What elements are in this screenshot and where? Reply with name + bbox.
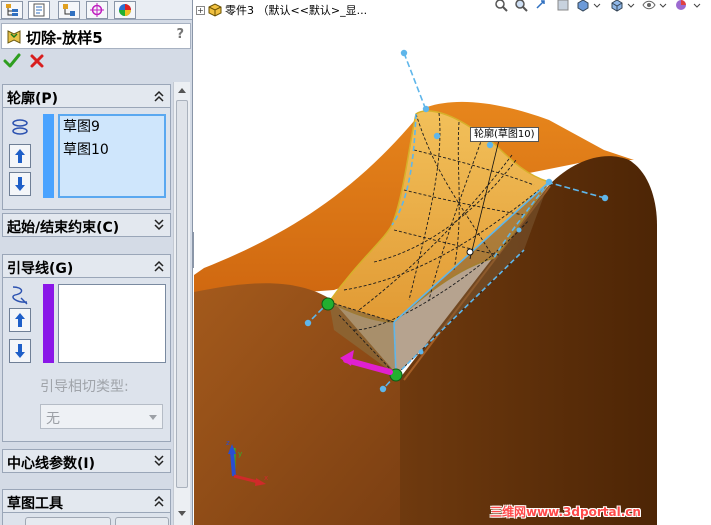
profile-list-item[interactable]: 草图9 [60, 116, 164, 139]
property-manager-scrollbar[interactable] [173, 82, 190, 525]
part-icon [208, 3, 222, 17]
guide-tangency-type-select[interactable]: 无 [40, 404, 163, 429]
feature-header: 切除-放样5 ? [1, 23, 191, 49]
centerline-parameters-header[interactable]: 中心线参数(I) [2, 449, 171, 473]
move-down-arrow-icon [15, 177, 25, 191]
profile-list-item[interactable]: 草图10 [60, 139, 164, 162]
triad-x-label: x [264, 474, 268, 482]
move-up-arrow-icon [15, 313, 25, 327]
guide-curves-group-header[interactable]: 引导线(G) [2, 254, 171, 278]
chevron-down-icon[interactable] [656, 0, 670, 12]
scroll-down-arrow-icon [178, 511, 186, 516]
guide-tangency-type-value: 无 [46, 411, 60, 427]
manager-tabs [0, 0, 192, 20]
profile-move-up-button[interactable] [9, 144, 31, 168]
property-manager: 切除-放样5 ? 轮廓(P) 草图9 草图10 起始/结束约束(C) 引导线(G… [0, 0, 193, 525]
move-up-arrow-icon [15, 149, 25, 163]
chevron-down-icon[interactable] [690, 0, 704, 12]
connector-handle-green[interactable] [321, 297, 335, 311]
cancel-x-icon[interactable] [28, 52, 46, 70]
collapse-up-icon[interactable] [153, 259, 165, 273]
triad-z-axis [230, 451, 236, 477]
previous-view-icon[interactable] [534, 0, 548, 12]
zoom-to-fit-icon[interactable] [494, 0, 508, 12]
graphics-area[interactable]: + 零件3 （默认<<默认>_显... 轮廓(草图10) z y x 三维网ww… [194, 0, 711, 525]
collapse-down-icon[interactable] [153, 218, 165, 232]
sketch-tools-control[interactable] [115, 517, 169, 525]
feature-tree-flyout[interactable]: + 零件3 （默认<<默认>_显... [196, 2, 367, 18]
guide-curve-icon [12, 286, 28, 305]
sketch-tools-control[interactable] [25, 517, 111, 525]
sketch-tools-body [2, 513, 171, 525]
profile-pick-point[interactable] [466, 248, 474, 256]
collapse-down-icon[interactable] [153, 454, 165, 468]
chevron-down-icon [149, 415, 157, 420]
section-view-icon[interactable] [556, 0, 570, 12]
scroll-up-arrow-icon [178, 88, 186, 93]
profile-color-bar [43, 114, 54, 198]
profile-tooltip: 轮廓(草图10) [470, 127, 539, 142]
profile-group-header[interactable]: 轮廓(P) [2, 84, 171, 108]
help-button[interactable]: ? [176, 27, 184, 42]
collapse-up-icon[interactable] [153, 494, 165, 508]
cut-loft-icon [7, 30, 21, 44]
view-orientation-icon[interactable] [576, 0, 590, 12]
tab-display-manager[interactable] [114, 1, 136, 19]
triad-y-label: y [238, 450, 242, 458]
guide-tangency-type-label: 引导相切类型: [40, 379, 129, 395]
scrollbar-thumb[interactable] [176, 100, 188, 488]
feature-title: 切除-放样5 [26, 29, 103, 47]
chevron-down-icon[interactable] [590, 0, 604, 12]
guide-curves-group-title: 引导线(G) [7, 261, 74, 277]
chevron-down-icon[interactable] [624, 0, 638, 12]
guide-move-down-button[interactable] [9, 339, 31, 363]
reference-triad: z y x [226, 439, 268, 486]
triad-x-axis [233, 474, 259, 484]
guide-curves-list[interactable] [58, 284, 166, 363]
tree-expand-toggle[interactable]: + [196, 5, 205, 15]
start-end-constraints-title: 起始/结束约束(C) [7, 220, 120, 236]
collapse-up-icon[interactable] [153, 89, 165, 103]
sketch-tools-header[interactable]: 草图工具 [2, 489, 171, 513]
triad-z-label: z [226, 439, 230, 447]
site-watermark: 三维网www.3dportal.cn [490, 505, 641, 519]
configuration-icon [63, 4, 75, 16]
feature-tree-icon [6, 4, 18, 16]
tab-feature-manager[interactable] [1, 1, 23, 19]
profile-list[interactable]: 草图9 草图10 [58, 114, 166, 198]
tab-configuration-manager[interactable] [58, 1, 80, 19]
zoom-area-icon[interactable] [514, 0, 528, 12]
scroll-up-button[interactable] [174, 83, 190, 97]
centerline-parameters-title: 中心线参数(I) [7, 456, 96, 472]
profile-group-title: 轮廓(P) [7, 91, 59, 107]
profile-icon [12, 119, 28, 135]
crosshair-icon [90, 3, 104, 17]
start-end-constraints-header[interactable]: 起始/结束约束(C) [2, 213, 171, 237]
property-manager-icon [33, 3, 45, 17]
part-name: 零件3 （默认<<默认>_显... [225, 4, 368, 17]
guide-move-up-button[interactable] [9, 308, 31, 332]
appearance-ball-icon [119, 4, 131, 16]
heads-up-view-toolbar [486, 0, 711, 14]
sketch-tools-title: 草图工具 [7, 496, 63, 512]
hide-show-icon[interactable] [642, 0, 656, 12]
guide-color-bar [43, 284, 54, 363]
scroll-down-button[interactable] [174, 507, 190, 521]
profile-group-body: 草图9 草图10 [2, 108, 171, 210]
tab-property-manager[interactable] [28, 1, 50, 19]
appearance-icon[interactable] [674, 0, 688, 12]
tab-dimxpert[interactable] [86, 1, 108, 19]
display-style-icon[interactable] [610, 0, 624, 12]
move-down-arrow-icon [15, 344, 25, 358]
profile-move-down-button[interactable] [9, 172, 31, 196]
ok-check-icon[interactable] [3, 52, 21, 70]
